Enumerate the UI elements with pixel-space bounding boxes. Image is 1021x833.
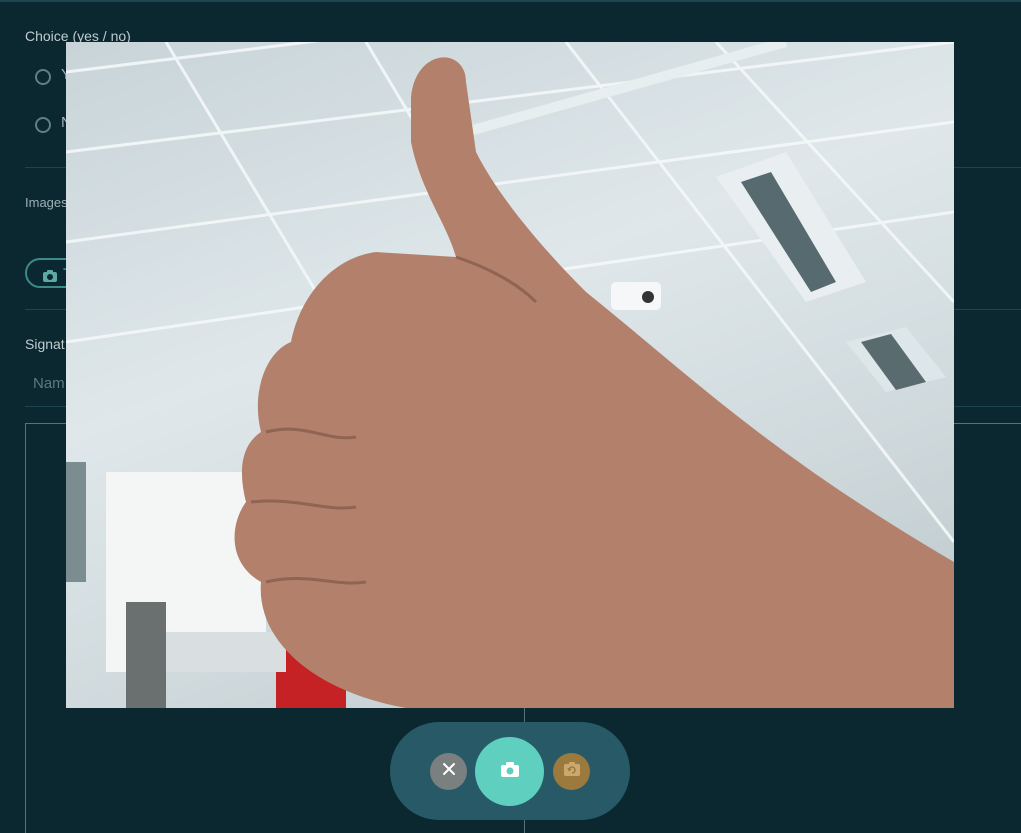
- signature-label: Signat: [25, 336, 65, 352]
- switch-camera-icon: [563, 762, 580, 781]
- camera-controls-bar: [390, 722, 630, 820]
- close-icon: [442, 762, 456, 781]
- camera-frame: [66, 42, 954, 708]
- app-root: Choice (yes / no) Y N Images T Signat Na…: [0, 0, 1021, 833]
- radio-yes[interactable]: [35, 69, 51, 85]
- camera-preview: [66, 42, 954, 708]
- close-camera-button[interactable]: [430, 753, 467, 790]
- switch-camera-button[interactable]: [553, 753, 590, 790]
- images-label: Images: [25, 195, 68, 210]
- radio-no[interactable]: [35, 117, 51, 133]
- camera-icon: [500, 761, 519, 782]
- capture-photo-button[interactable]: [475, 737, 544, 806]
- top-divider: [0, 0, 1021, 2]
- camera-icon: [43, 269, 57, 287]
